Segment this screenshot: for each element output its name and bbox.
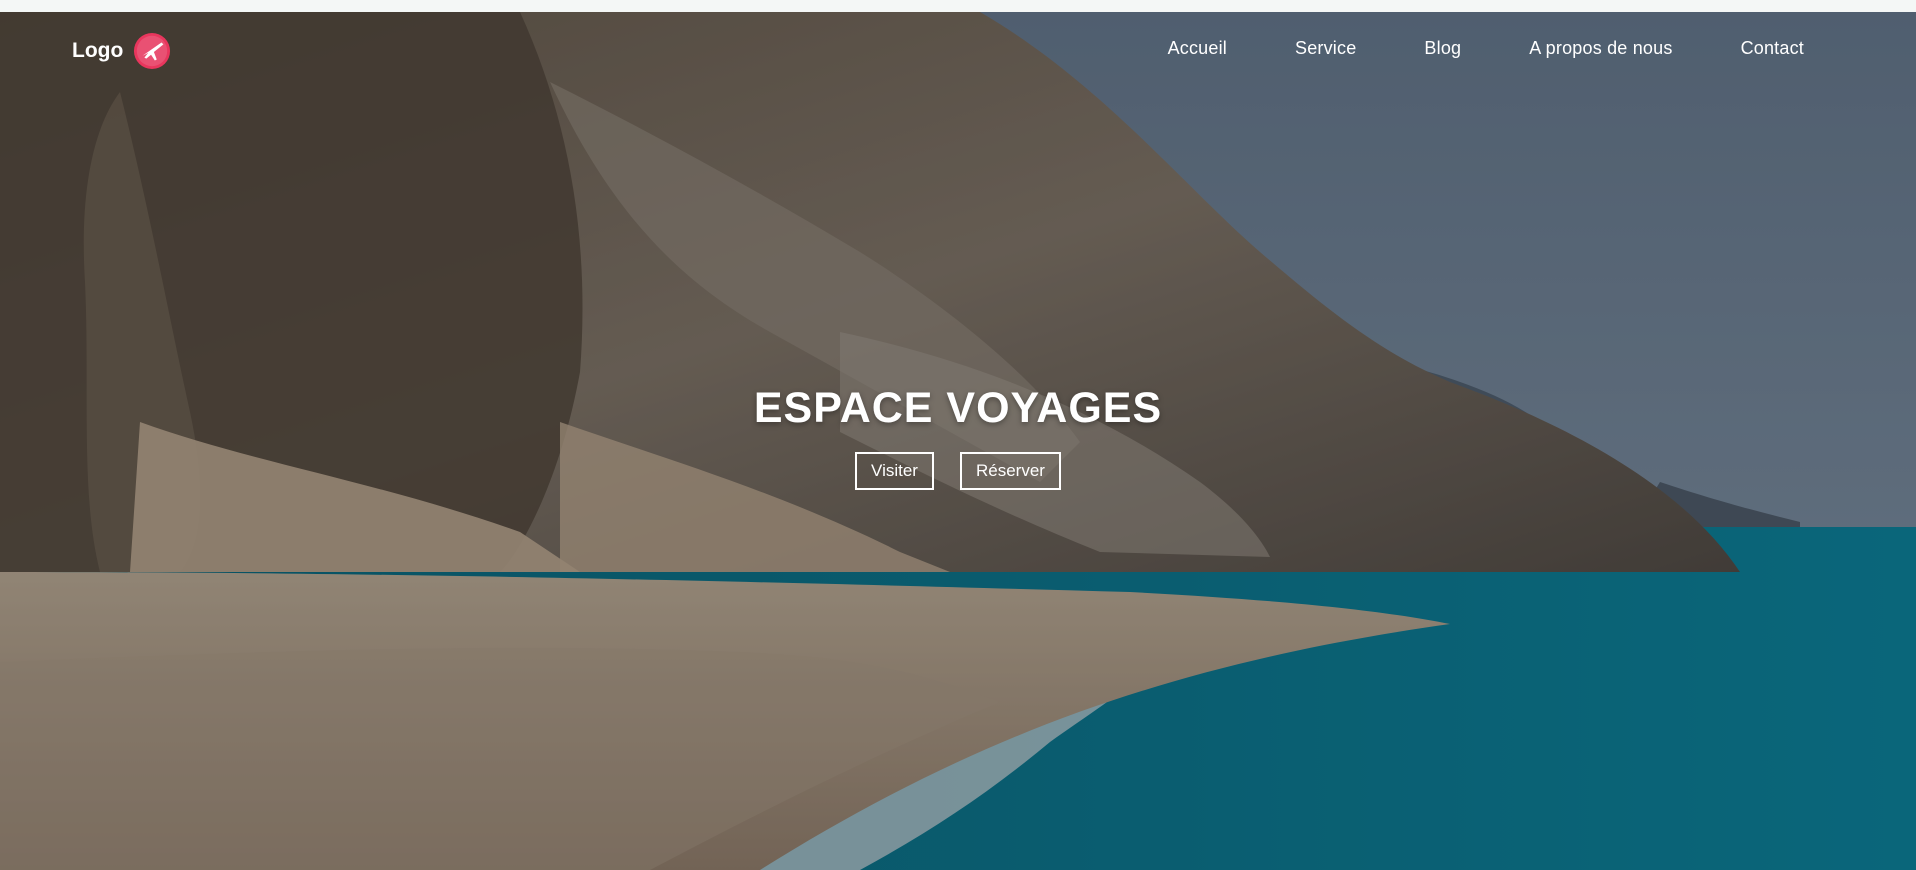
menu-item-blog[interactable]: Blog (1424, 38, 1461, 59)
hero-content: ESPACE VOYAGES Visiter Réserver (0, 384, 1916, 490)
brand[interactable]: Logo (72, 32, 171, 70)
airplane-badge-icon[interactable] (133, 32, 171, 70)
logo-text[interactable]: Logo (72, 39, 123, 63)
hero-actions: Visiter Réserver (0, 452, 1916, 490)
menu-item-service[interactable]: Service (1295, 38, 1356, 59)
hero-section: Logo Accueil Service Blog A propos de no… (0, 12, 1916, 870)
menu-item-about[interactable]: A propos de nous (1529, 38, 1672, 59)
hero-title: ESPACE VOYAGES (753, 384, 1163, 432)
reserve-button[interactable]: Réserver (959, 452, 1061, 490)
menu-item-accueil[interactable]: Accueil (1168, 38, 1227, 59)
visit-button[interactable]: Visiter (855, 452, 934, 490)
main-menu: Accueil Service Blog A propos de nous Co… (1168, 38, 1804, 59)
menu-item-contact[interactable]: Contact (1741, 38, 1804, 59)
top-navigation: Logo Accueil Service Blog A propos de no… (0, 12, 1916, 84)
